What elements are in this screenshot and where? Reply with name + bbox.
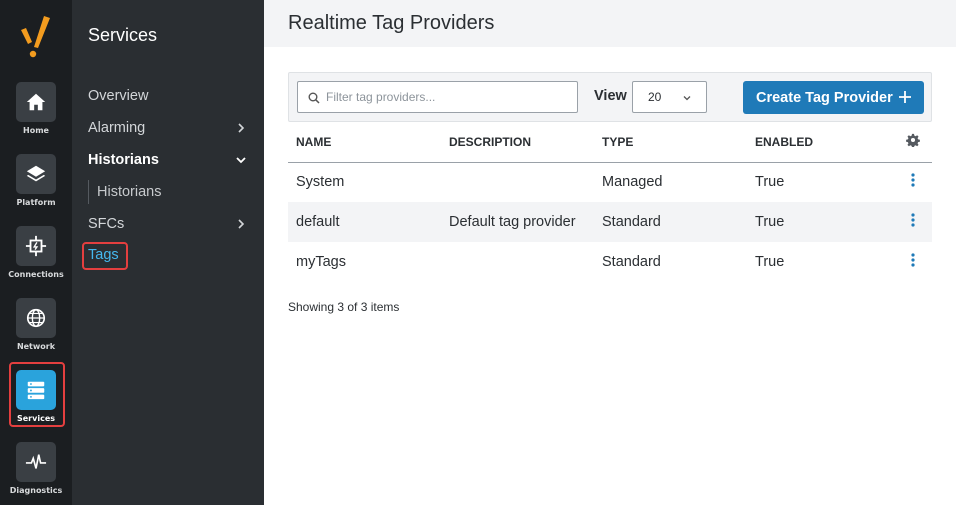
nav-item-tags[interactable]: Tags <box>82 242 128 270</box>
page-size-value: 20 <box>648 90 662 104</box>
table-toolbar: View 20 Create Tag Provider <box>288 72 932 122</box>
create-tag-provider-button[interactable]: Create Tag Provider <box>743 81 924 114</box>
rail-item-diagnostics[interactable]: Diagnostics <box>0 442 72 505</box>
pagination-summary: Showing 3 of 3 items <box>288 300 400 314</box>
nav-subitem-historians[interactable]: Historians <box>88 180 238 204</box>
column-header-enabled[interactable]: ENABLED <box>747 122 882 163</box>
rail-item-label: Connections <box>8 270 64 279</box>
cell-enabled: True <box>755 174 785 191</box>
services-highlight <box>9 362 65 427</box>
search-icon <box>308 92 320 104</box>
create-button-label: Create Tag Provider <box>756 89 893 106</box>
cell-description <box>441 242 594 282</box>
rail-item-platform[interactable]: Platform <box>0 154 72 226</box>
rail-item-connections[interactable]: Connections <box>0 226 72 298</box>
tag-providers-table: NAME DESCRIPTION TYPE ENABLED System Man… <box>288 122 932 282</box>
cell-actions <box>882 242 932 282</box>
rail-item-label: Home <box>23 126 49 135</box>
table-row[interactable]: myTags Standard True <box>288 242 932 282</box>
gear-icon[interactable] <box>906 133 920 148</box>
rail-item-home[interactable]: Home <box>0 82 72 154</box>
logo-icon <box>21 16 50 58</box>
cell-name: System <box>296 174 345 191</box>
chevron-right-icon <box>234 116 248 140</box>
column-header-type[interactable]: TYPE <box>594 122 747 163</box>
nav-item-label: Overview <box>88 88 149 104</box>
cell-enabled: True <box>755 254 785 270</box>
search-input[interactable] <box>326 82 571 112</box>
nav-item-historians[interactable]: Historians <box>88 148 248 172</box>
cell-type: Standard <box>602 254 661 270</box>
table-header-row: NAME DESCRIPTION TYPE ENABLED <box>288 122 932 163</box>
nav-item-alarming[interactable]: Alarming <box>88 116 248 140</box>
nav-item-label: Historians <box>97 184 162 200</box>
column-header-description[interactable]: DESCRIPTION <box>441 122 594 163</box>
connections-icon <box>16 226 56 266</box>
plus-icon <box>899 91 911 103</box>
kebab-menu-icon[interactable] <box>906 172 920 188</box>
secondary-nav: Services Overview Alarming Historians Hi… <box>72 0 264 505</box>
globe-icon <box>16 298 56 338</box>
view-label: View <box>594 88 627 104</box>
table-row[interactable]: default Default tag provider Standard Tr… <box>288 202 932 242</box>
cell-type: Standard <box>594 202 747 242</box>
cell-description: Default tag provider <box>441 202 594 242</box>
cell-actions <box>882 162 932 202</box>
pulse-icon <box>16 442 56 482</box>
cell-actions <box>882 202 932 242</box>
search-box <box>297 81 578 113</box>
home-icon <box>16 82 56 122</box>
column-settings[interactable] <box>882 122 932 163</box>
chevron-down-icon <box>683 96 691 101</box>
subnav-title: Services <box>88 25 158 45</box>
page-header: Realtime Tag Providers <box>264 0 956 47</box>
nav-item-overview[interactable]: Overview <box>88 84 248 108</box>
main-content: Realtime Tag Providers View 20 Create Ta… <box>264 0 956 505</box>
cell-description <box>441 162 594 202</box>
nav-item-label: SFCs <box>88 216 125 232</box>
table-row[interactable]: System Managed True <box>288 162 932 202</box>
cell-name: myTags <box>296 254 346 270</box>
nav-item-label: Tags <box>88 247 119 263</box>
kebab-menu-icon[interactable] <box>906 252 920 268</box>
column-header-name[interactable]: NAME <box>288 122 441 163</box>
rail-item-label: Diagnostics <box>9 486 63 495</box>
kebab-menu-icon[interactable] <box>906 212 920 228</box>
nav-item-label: Alarming <box>88 120 146 136</box>
nav-item-label: Historians <box>88 152 159 168</box>
rail-item-network[interactable]: Network <box>0 298 72 370</box>
chevron-down-icon <box>234 148 248 172</box>
chevron-right-icon <box>234 212 248 236</box>
rail-item-label: Network <box>16 342 56 351</box>
layers-icon <box>16 154 56 194</box>
cell-enabled: True <box>747 202 882 242</box>
page-title: Realtime Tag Providers <box>288 12 495 34</box>
icon-rail: Home Platform Connections Network Servic… <box>0 0 72 505</box>
cell-name: default <box>288 202 441 242</box>
cell-type: Managed <box>602 174 663 191</box>
page-size-select[interactable]: 20 <box>632 81 707 113</box>
nav-item-sfcs[interactable]: SFCs <box>88 212 248 236</box>
rail-item-label: Platform <box>16 198 56 207</box>
